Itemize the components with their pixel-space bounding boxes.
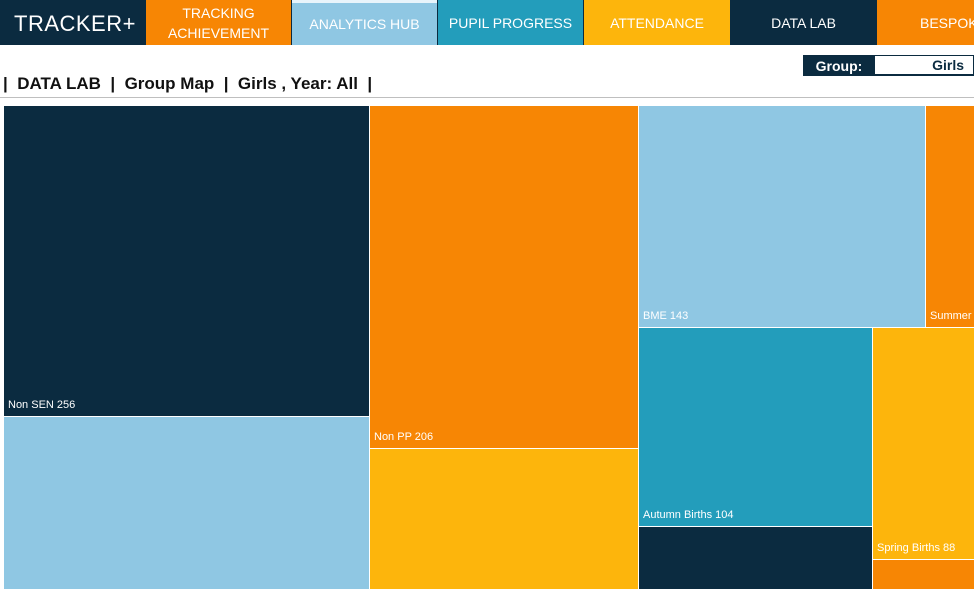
group-treemap: Non SEN 256 Non PP 206 BME 143 Summer Au… <box>0 103 974 589</box>
header-divider <box>0 97 974 98</box>
nav-analytics-hub[interactable]: ANALYTICS HUB <box>292 0 437 45</box>
tile-label: Non PP 206 <box>374 431 434 443</box>
tile-label: Non SEN 256 <box>8 399 76 411</box>
tile-label: Summer <box>930 310 972 322</box>
top-navigation-bar: TRACKER+ TRACKING ACHIEVEMENT ANALYTICS … <box>0 0 974 45</box>
breadcrumb: | DATA LAB | Group Map | Girls , Year: A… <box>3 74 373 93</box>
treemap-tile-autumn-births[interactable]: Autumn Births 104 <box>638 327 873 527</box>
treemap-tile[interactable] <box>872 559 974 589</box>
nav-tracking-achievement[interactable]: TRACKING ACHIEVEMENT <box>146 0 291 45</box>
treemap-tile-spring-births[interactable]: Spring Births 88 <box>872 327 974 560</box>
tile-label: Autumn Births 104 <box>643 509 734 521</box>
tile-label: BME 143 <box>643 310 689 322</box>
treemap-tile-bme[interactable]: BME 143 <box>638 105 926 328</box>
treemap-tile-non-sen[interactable]: Non SEN 256 <box>3 105 370 417</box>
nav-attendance[interactable]: ATTENDANCE <box>584 0 730 45</box>
app-brand: TRACKER+ <box>14 11 136 36</box>
treemap-tile-non-pp[interactable]: Non PP 206 <box>369 105 639 449</box>
nav-tracking-line1: TRACKING <box>182 4 255 21</box>
nav-bespoke[interactable]: BESPOKE <box>877 0 974 45</box>
tile-label: Spring Births 88 <box>877 542 956 554</box>
group-select[interactable]: Girls <box>875 55 974 76</box>
treemap-tile[interactable] <box>638 526 873 589</box>
nav-tracking-line2: ACHIEVEMENT <box>167 24 270 41</box>
nav-data-lab[interactable]: DATA LAB <box>731 0 876 45</box>
treemap-tile-summer[interactable]: Summer <box>925 105 974 328</box>
treemap-tile[interactable] <box>3 416 370 589</box>
nav-pupil-progress[interactable]: PUPIL PROGRESS <box>438 0 583 45</box>
group-label: Group: <box>803 55 875 76</box>
treemap-tile[interactable] <box>369 448 639 589</box>
